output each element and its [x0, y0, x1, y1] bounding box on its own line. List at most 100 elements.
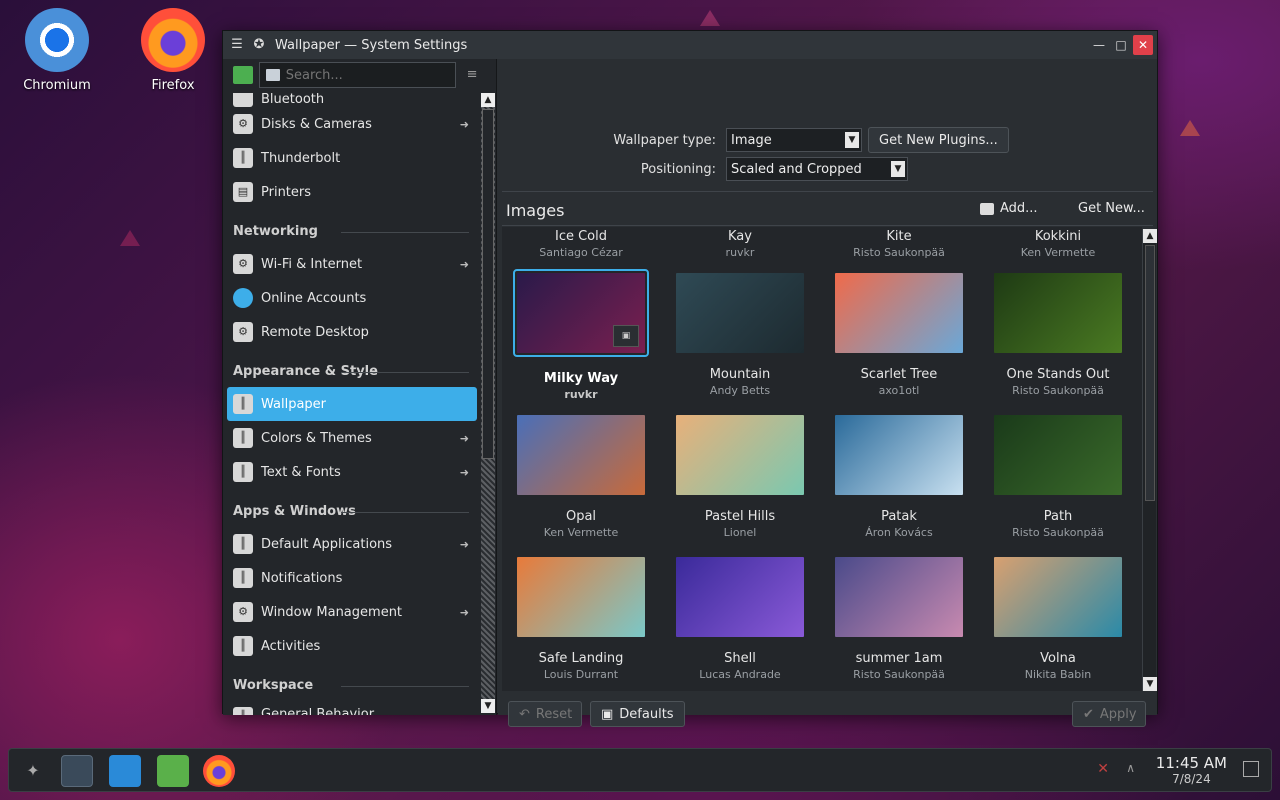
wallpaper-item[interactable]: Kay ruvkr — [665, 229, 815, 259]
tray-expand-icon[interactable]: ∧ — [1126, 761, 1135, 775]
wallpaper-item[interactable]: Ice Cold Santiago Cézar — [506, 229, 656, 259]
sidebar-item-disks-cameras[interactable]: ⚙ Disks & Cameras ➜ — [223, 107, 481, 141]
app-launcher-icon[interactable]: ✦ — [19, 755, 47, 787]
wallpaper-thumbnail[interactable] — [994, 415, 1122, 495]
sidebar-item-colors-themes[interactable]: ║ Colors & Themes ➜ — [223, 421, 481, 455]
wallpaper-thumbnail[interactable] — [994, 557, 1122, 637]
wallpaper-decoration — [700, 10, 720, 26]
add-label: Add... — [1000, 201, 1038, 216]
file-manager-icon[interactable] — [157, 755, 189, 787]
apply-button[interactable]: ✔ Apply — [1072, 701, 1146, 727]
wallpaper-item[interactable]: Shell Lucas Andrade — [665, 557, 815, 681]
section-apps-windows: Apps & Windows — [223, 489, 481, 527]
scrollbar-thumb[interactable] — [482, 109, 494, 459]
arrow-right-icon: ➜ — [459, 257, 469, 271]
fonts-icon: ║ — [233, 462, 253, 482]
wallpaper-thumbnail[interactable] — [517, 415, 645, 495]
wallpaper-item[interactable]: Kite Risto Saukonpää — [824, 229, 974, 259]
sidebar-item-window-management[interactable]: ⚙ Window Management ➜ — [223, 595, 481, 629]
wallpaper-lock-icon[interactable]: ▣ — [613, 325, 639, 347]
wallpaper-thumbnail[interactable] — [517, 557, 645, 637]
wallpaper-name: Patak — [881, 509, 917, 524]
wallpaper-name: Opal — [565, 509, 597, 524]
folder-icon[interactable] — [233, 66, 253, 84]
sidebar-item-general-behavior[interactable]: ║ General Behavior — [223, 701, 481, 715]
close-button[interactable]: ✕ — [1133, 35, 1153, 55]
get-new-label: Get New... — [1078, 201, 1145, 216]
wallpaper-name: summer 1am — [855, 651, 943, 666]
sidebar-item-wifi[interactable]: ⚙ Wi-Fi & Internet ➜ — [223, 247, 481, 281]
discover-store-icon[interactable] — [109, 755, 141, 787]
show-desktop-icon[interactable] — [1243, 761, 1259, 777]
search-field[interactable] — [258, 62, 457, 88]
wallpaper-author: Risto Saukonpää — [1012, 526, 1104, 539]
window-titlebar[interactable]: ☰ ✪ Wallpaper — System Settings — □ ✕ — [223, 31, 1157, 59]
wallpaper-grid-scrollbar[interactable]: ▲ ▼ — [1142, 229, 1157, 691]
desktop-icon-label: Chromium — [23, 78, 91, 93]
sidebar-scrollbar[interactable]: ▲ ▼ — [481, 93, 495, 713]
reset-button[interactable]: ↶ Reset — [508, 701, 582, 727]
sidebar-item-notifications[interactable]: ║ Notifications — [223, 561, 481, 595]
wallpaper-item[interactable]: Patak Áron Kovács — [824, 415, 974, 539]
get-new-plugins-button[interactable]: Get New Plugins... — [868, 127, 1009, 153]
sidebar-item-wallpaper[interactable]: ║ Wallpaper — [227, 387, 477, 421]
sidebar-item-activities[interactable]: ║ Activities — [223, 629, 481, 663]
pin-icon[interactable]: ✪ — [251, 37, 267, 53]
minimize-button[interactable]: — — [1089, 35, 1109, 55]
wallpaper-thumbnail[interactable]: ▣ — [517, 273, 645, 353]
wallpaper-item[interactable]: Opal Ken Vermette — [506, 415, 656, 539]
sidebar-list: Bluetooth ⚙ Disks & Cameras ➜ ║ Thunderb… — [223, 93, 481, 715]
wallpaper-type-select[interactable]: Image ▼ — [726, 128, 862, 152]
hamburger-menu-icon[interactable]: ≡ — [462, 65, 482, 85]
sidebar-item-printers[interactable]: ▤ Printers — [223, 175, 481, 209]
positioning-select[interactable]: Scaled and Cropped ▼ — [726, 157, 908, 181]
wallpaper-item[interactable]: summer 1am Risto Saukonpää — [824, 557, 974, 681]
wallpaper-author: Risto Saukonpää — [853, 246, 945, 259]
muted-volume-icon[interactable]: ✕ — [1097, 761, 1109, 777]
scroll-down-arrow-icon[interactable]: ▼ — [481, 699, 495, 713]
wallpaper-item[interactable]: Safe Landing Louis Durrant — [506, 557, 656, 681]
sidebar-item-default-apps[interactable]: ║ Default Applications ➜ — [223, 527, 481, 561]
get-new-wallpapers-button[interactable]: Get New... — [1078, 201, 1145, 216]
defaults-label: Defaults — [619, 706, 674, 722]
scrollbar-thumb[interactable] — [1145, 245, 1155, 501]
search-input[interactable] — [285, 67, 446, 83]
wallpaper-item[interactable]: Volna Nikita Babin — [983, 557, 1133, 681]
sidebar-item-label: Default Applications — [261, 536, 393, 552]
scroll-down-arrow-icon[interactable]: ▼ — [1143, 677, 1157, 691]
wallpaper-thumbnail[interactable] — [835, 557, 963, 637]
sidebar-item-text-fonts[interactable]: ║ Text & Fonts ➜ — [223, 455, 481, 489]
wallpaper-thumbnail[interactable] — [676, 557, 804, 637]
wallpaper-item[interactable]: One Stands Out Risto Saukonpää — [983, 273, 1133, 397]
window-management-icon: ⚙ — [233, 602, 253, 622]
scroll-up-arrow-icon[interactable]: ▲ — [481, 93, 495, 107]
images-heading: Images — [506, 201, 565, 220]
sidebar-item-bluetooth[interactable]: Bluetooth — [223, 93, 481, 107]
system-settings-task-icon[interactable] — [61, 755, 93, 787]
scroll-up-arrow-icon[interactable]: ▲ — [1143, 229, 1157, 243]
wallpaper-item[interactable]: Pastel Hills Lionel — [665, 415, 815, 539]
wallpaper-item[interactable]: ▣ Milky Way ruvkr — [506, 269, 656, 401]
sidebar-item-thunderbolt[interactable]: ║ Thunderbolt — [223, 141, 481, 175]
settings-app-icon[interactable]: ☰ — [229, 37, 245, 53]
wallpaper-item[interactable]: Scarlet Tree axo1otl — [824, 273, 974, 397]
wallpaper-thumbnail[interactable] — [676, 273, 804, 353]
wallpaper-thumbnail[interactable] — [835, 273, 963, 353]
sidebar-item-online-accounts[interactable]: Online Accounts — [223, 281, 481, 315]
wallpaper-thumbnail[interactable] — [994, 273, 1122, 353]
wallpaper-item[interactable]: Mountain Andy Betts — [665, 273, 815, 397]
firefox-task-icon[interactable] — [203, 755, 235, 787]
wallpaper-item[interactable]: Kokkini Ken Vermette — [983, 229, 1133, 259]
sidebar-item-remote-desktop[interactable]: ⚙ Remote Desktop — [223, 315, 481, 349]
clock[interactable]: 11:45 AM 7/8/24 — [1156, 754, 1227, 786]
maximize-button[interactable]: □ — [1111, 35, 1131, 55]
section-workspace: Workspace — [223, 663, 481, 701]
wallpaper-thumbnail[interactable] — [835, 415, 963, 495]
add-button[interactable]: Add... — [980, 201, 1038, 216]
wallpaper-decoration — [1180, 120, 1200, 136]
defaults-button[interactable]: ▣ Defaults — [590, 701, 685, 727]
wallpaper-thumbnail[interactable] — [676, 415, 804, 495]
wallpaper-item[interactable]: Path Risto Saukonpää — [983, 415, 1133, 539]
desktop-icon-firefox[interactable]: Firefox — [128, 8, 218, 93]
desktop-icon-chromium[interactable]: Chromium — [12, 8, 102, 93]
